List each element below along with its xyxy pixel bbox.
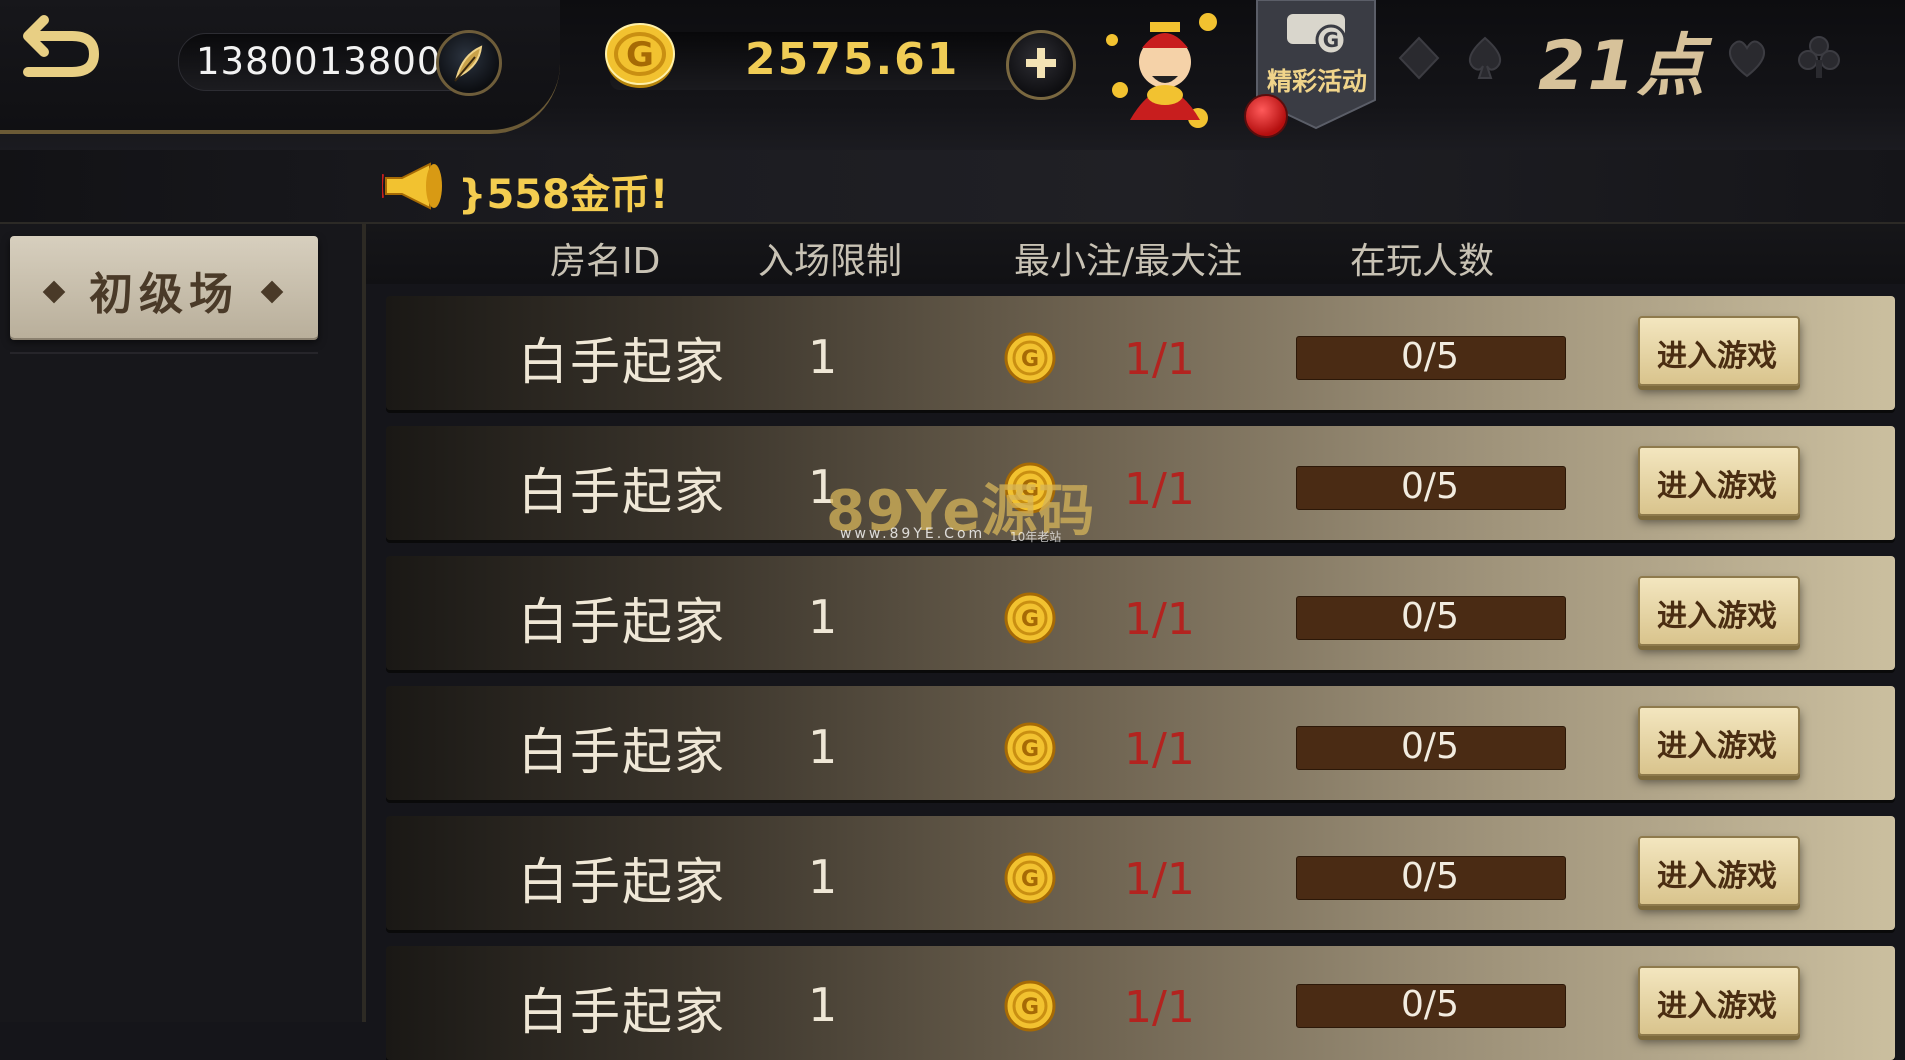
- horn-icon: [382, 162, 442, 210]
- sidebar-divider: [10, 352, 318, 354]
- enter-game-label[interactable]: 进入游戏: [1638, 331, 1796, 375]
- entry-limit: 1: [808, 850, 838, 904]
- players-count: 0/5: [1401, 726, 1459, 767]
- players-count: 0/5: [1401, 596, 1459, 637]
- svg-text:G: G: [1021, 995, 1039, 1020]
- enter-game-label[interactable]: 进入游戏: [1638, 851, 1796, 895]
- svg-text:G: G: [1021, 867, 1039, 892]
- announcement-bar: [0, 150, 1905, 224]
- plus-icon: [1026, 48, 1056, 78]
- announcement-text: }558金币!: [458, 172, 669, 218]
- svg-text:G: G: [1021, 737, 1039, 762]
- game-title: 21点: [1538, 27, 1707, 106]
- notification-dot: [1244, 94, 1288, 138]
- diamond-suit-icon: [1398, 36, 1440, 80]
- svg-text:G: G: [1021, 607, 1039, 632]
- back-button[interactable]: [14, 8, 106, 80]
- column-header-room-id: 房名ID: [550, 241, 661, 282]
- events-label[interactable]: 精彩活动: [1258, 62, 1376, 98]
- enter-game-label[interactable]: 进入游戏: [1638, 591, 1796, 635]
- spade-suit-icon: [1468, 36, 1502, 79]
- bet-range: 1/1: [1124, 464, 1195, 515]
- room-name: 白手起家: [518, 593, 726, 651]
- edit-feather-icon: [454, 45, 483, 82]
- watermark-site: www.89YE.Com: [840, 526, 986, 542]
- column-header-bet-range: 最小注/最大注: [1014, 241, 1243, 282]
- phone-number: 13800138000: [196, 40, 466, 83]
- heart-suit-icon: [1728, 40, 1766, 78]
- gold-balance: 2575.61: [745, 34, 960, 85]
- svg-text:G: G: [1021, 347, 1039, 372]
- coin-icon: G: [1004, 592, 1056, 644]
- bet-range: 1/1: [1124, 334, 1195, 385]
- players-count: 0/5: [1401, 466, 1459, 507]
- bet-range: 1/1: [1124, 724, 1195, 775]
- entry-limit: 1: [808, 720, 838, 774]
- back-arrow-icon: [23, 15, 100, 77]
- players-count: 0/5: [1401, 984, 1459, 1025]
- svg-text:G: G: [626, 35, 654, 75]
- entry-limit: 1: [808, 978, 838, 1032]
- room-name: 白手起家: [518, 983, 726, 1041]
- gold-coin-icon: G: [605, 23, 675, 88]
- coin-icon: G: [1004, 722, 1056, 774]
- column-header-players: 在玩人数: [1350, 241, 1495, 282]
- room-name: 白手起家: [518, 853, 726, 911]
- sidebar: [0, 224, 366, 1022]
- coin-icon: G: [1004, 332, 1056, 384]
- god-of-wealth-icon[interactable]: [1090, 0, 1240, 150]
- room-name: 白手起家: [518, 723, 726, 781]
- enter-game-label[interactable]: 进入游戏: [1638, 721, 1796, 765]
- entry-limit: 1: [808, 330, 838, 384]
- room-name: 白手起家: [518, 463, 726, 521]
- edit-profile-button[interactable]: [436, 30, 502, 96]
- players-count: 0/5: [1401, 336, 1459, 377]
- bet-range: 1/1: [1124, 854, 1195, 905]
- coin-icon: G: [1004, 852, 1056, 904]
- bet-range: 1/1: [1124, 594, 1195, 645]
- entry-limit: 1: [808, 590, 838, 644]
- bet-range: 1/1: [1124, 982, 1195, 1033]
- coin-icon: G: [1004, 980, 1056, 1032]
- enter-game-label[interactable]: 进入游戏: [1638, 981, 1796, 1025]
- club-suit-icon: [1798, 36, 1840, 78]
- watermark-tag: 10年老站: [1010, 530, 1062, 544]
- room-name: 白手起家: [518, 333, 726, 391]
- add-gold-button[interactable]: [1006, 30, 1076, 100]
- players-count: 0/5: [1401, 856, 1459, 897]
- enter-game-label[interactable]: 进入游戏: [1638, 461, 1796, 505]
- column-header-entry-limit: 入场限制: [758, 241, 903, 282]
- svg-text:G: G: [1323, 28, 1339, 52]
